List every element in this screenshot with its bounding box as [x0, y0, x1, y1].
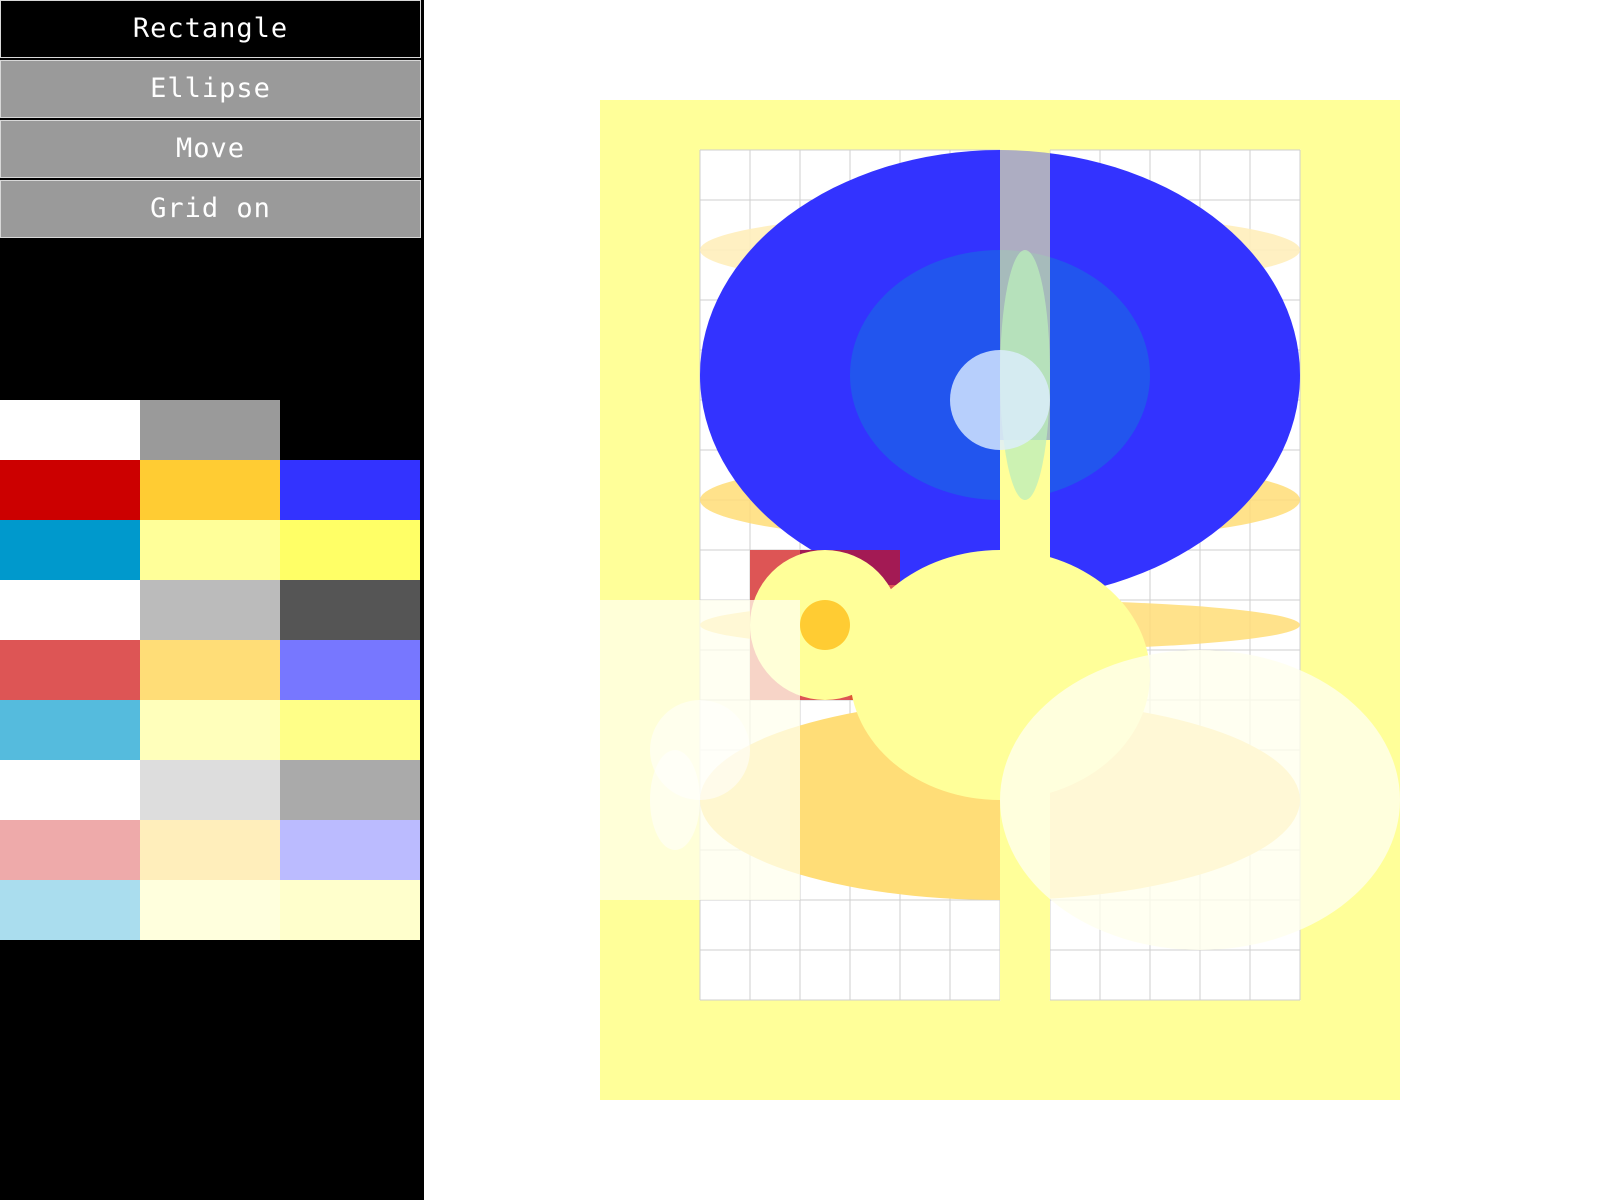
- color-swatch[interactable]: [280, 580, 420, 640]
- ellipse-shape[interactable]: [800, 600, 850, 650]
- sidebar: Rectangle Ellipse Move Grid on: [0, 0, 424, 1200]
- color-swatch[interactable]: [280, 460, 420, 520]
- color-swatch[interactable]: [140, 820, 280, 880]
- color-swatch[interactable]: [0, 880, 140, 940]
- drawing-canvas[interactable]: [424, 0, 1600, 1200]
- color-swatch[interactable]: [140, 520, 280, 580]
- color-swatch[interactable]: [0, 640, 140, 700]
- color-swatch[interactable]: [140, 640, 280, 700]
- color-swatch[interactable]: [0, 760, 140, 820]
- ellipse-shape[interactable]: [650, 750, 700, 850]
- color-swatch[interactable]: [280, 520, 420, 580]
- color-swatch[interactable]: [280, 880, 420, 940]
- ellipse-shape[interactable]: [1000, 650, 1400, 950]
- grid-toggle-button[interactable]: Grid on: [0, 180, 421, 238]
- color-swatch[interactable]: [140, 580, 280, 640]
- rectangle-tool-button[interactable]: Rectangle: [0, 0, 421, 58]
- color-swatch[interactable]: [280, 820, 420, 880]
- ellipse-shape[interactable]: [950, 350, 1050, 450]
- ellipse-tool-button[interactable]: Ellipse: [0, 60, 421, 118]
- color-swatch[interactable]: [140, 760, 280, 820]
- color-swatch[interactable]: [0, 520, 140, 580]
- color-swatch[interactable]: [0, 700, 140, 760]
- color-swatch[interactable]: [140, 460, 280, 520]
- drawing-surface[interactable]: [424, 0, 1600, 1200]
- color-swatch[interactable]: [140, 400, 280, 460]
- move-tool-button[interactable]: Move: [0, 120, 421, 178]
- color-swatch[interactable]: [280, 640, 420, 700]
- color-swatch[interactable]: [0, 400, 140, 460]
- color-swatch[interactable]: [280, 760, 420, 820]
- color-swatch[interactable]: [140, 700, 280, 760]
- color-swatch[interactable]: [280, 700, 420, 760]
- color-swatch[interactable]: [0, 460, 140, 520]
- color-swatch[interactable]: [140, 880, 280, 940]
- color-swatch[interactable]: [0, 580, 140, 640]
- color-swatch[interactable]: [0, 820, 140, 880]
